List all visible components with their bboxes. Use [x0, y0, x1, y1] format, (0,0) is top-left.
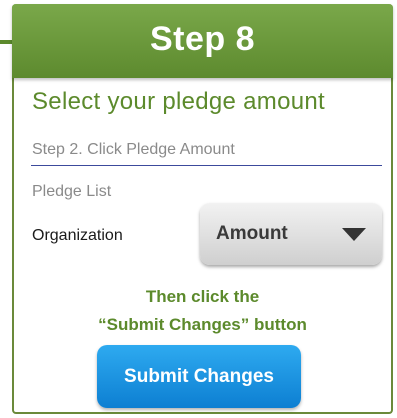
instruction-underline [31, 165, 382, 166]
pledge-list-label: Pledge List [32, 183, 112, 200]
hint-line-1: Then click the [145, 287, 260, 306]
submit-changes-button[interactable]: Submit Changes [97, 345, 301, 408]
organization-label: Organization [32, 227, 123, 244]
amount-dropdown[interactable]: Amount [200, 203, 382, 265]
step-header: Step 8 [12, 4, 393, 78]
panel-subtitle: Select your pledge amount [32, 88, 326, 115]
step-title: Step 8 [149, 19, 256, 58]
instruction-text: Step 2. Click Pledge Amount [32, 141, 235, 158]
pledge-step-widget: Step 8 Select your pledge amount Step 2.… [0, 0, 397, 418]
chevron-down-icon [342, 228, 366, 241]
amount-dropdown-value: Amount [216, 223, 288, 244]
hint-line-2: “Submit Changes” button [98, 315, 307, 334]
